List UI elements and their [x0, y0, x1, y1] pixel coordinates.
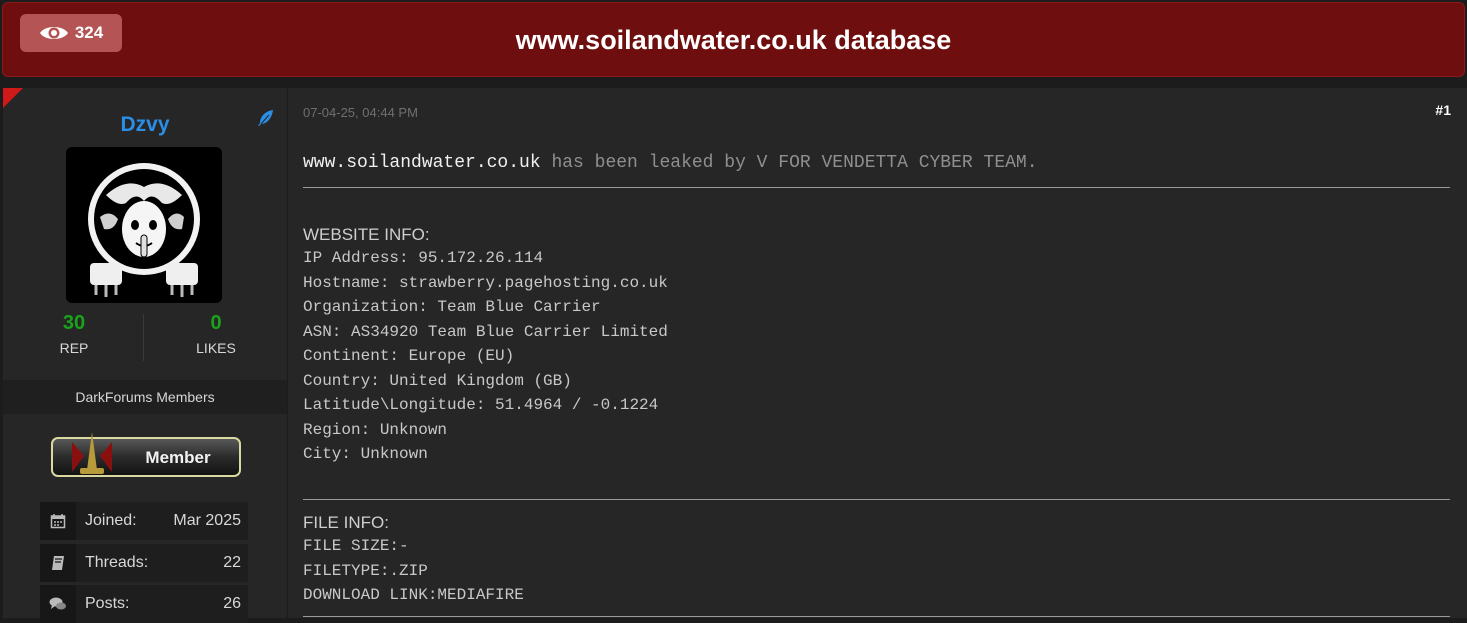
calendar-icon: [40, 502, 76, 540]
corner-ribbon: [3, 88, 23, 108]
website-info-lines: IP Address: 95.172.26.114 Hostname: stra…: [303, 246, 668, 467]
divider-bottom: [303, 616, 1450, 617]
posts-row[interactable]: Posts: 26: [40, 585, 248, 623]
avatar[interactable]: [66, 147, 222, 303]
comments-icon: [40, 585, 76, 623]
threads-value: 22: [223, 554, 241, 571]
joined-value: Mar 2025: [173, 512, 241, 529]
member-badge: Member: [51, 432, 241, 477]
website-line: IP Address: 95.172.26.114: [303, 249, 544, 267]
likes-value: 0: [210, 312, 222, 334]
likes-stat[interactable]: 0 LIKES: [145, 312, 287, 356]
website-line: Continent: Europe (EU): [303, 347, 515, 365]
file-info-lines: FILE SIZE:- FILETYPE:.ZIP DOWNLOAD LINK:…: [303, 534, 524, 608]
posts-value: 26: [223, 595, 241, 612]
post-intro: www.soilandwater.co.uk has been leaked b…: [303, 153, 1038, 173]
website-line: Country: United Kingdom (GB): [303, 371, 572, 390]
file-line: DOWNLOAD LINK:MEDIAFIRE: [303, 586, 524, 604]
user-group: DarkForums Members: [3, 380, 287, 414]
rep-stat[interactable]: 30 REP: [3, 312, 145, 356]
divider-middle: [303, 499, 1450, 500]
rep-label: REP: [59, 340, 89, 356]
website-line: ASN: AS34920 Team Blue Carrier Limited: [303, 322, 668, 341]
intro-text: has been leaked by V FOR VENDETTA CYBER …: [540, 153, 1038, 173]
thread-title: www.soilandwater.co.uk database: [515, 25, 952, 55]
website-line: Region: Unknown: [303, 420, 448, 439]
file-line: FILETYPE:.ZIP: [303, 561, 428, 580]
member-badge-text: Member: [145, 448, 211, 467]
book-icon: [40, 544, 76, 582]
stats-divider: [143, 314, 144, 361]
website-line: City: Unknown: [303, 445, 428, 463]
website-info-title: WEBSITE INFO:: [303, 225, 430, 244]
joined-label: Joined:: [85, 512, 137, 529]
likes-label: LIKES: [196, 340, 236, 356]
username-link[interactable]: Dzvy: [3, 113, 287, 137]
website-line: Hostname: strawberry.pagehosting.co.uk: [303, 273, 668, 292]
file-line: FILE SIZE:-: [303, 537, 409, 555]
threads-label: Threads:: [85, 554, 149, 571]
threads-row[interactable]: Threads: 22: [40, 544, 248, 582]
user-stats: 30 REP 0 LIKES: [3, 312, 287, 364]
divider-top: [303, 187, 1450, 188]
file-info-title: FILE INFO:: [303, 513, 389, 532]
joined-row: Joined: Mar 2025: [40, 502, 248, 540]
rep-value: 30: [62, 312, 86, 334]
post-date: 07-04-25, 04:44 PM: [303, 105, 418, 120]
user-sidebar: Dzvy 30 REP 0 LIKES DarkForums Members M…: [3, 88, 287, 623]
website-line: Organization: Team Blue Carrier: [303, 298, 601, 316]
posts-label: Posts:: [85, 595, 130, 612]
post-number-link[interactable]: #1: [1435, 102, 1451, 118]
thread-header: 324 www.soilandwater.co.uk database: [2, 2, 1465, 77]
post-body: 07-04-25, 04:44 PM #1 www.soilandwater.c…: [288, 88, 1467, 618]
intro-site-link[interactable]: www.soilandwater.co.uk: [303, 153, 541, 173]
website-line: Latitude\Longitude: 51.4964 / -0.1224: [303, 396, 659, 414]
